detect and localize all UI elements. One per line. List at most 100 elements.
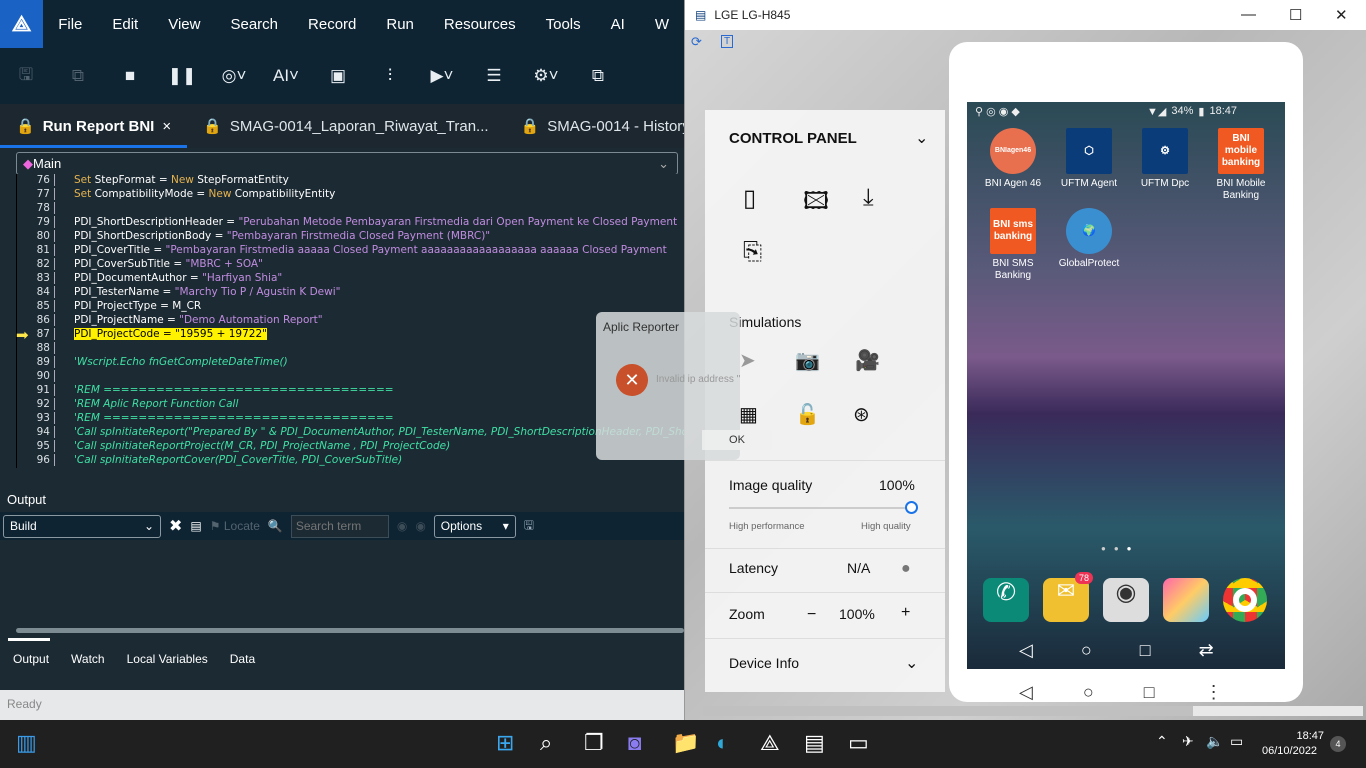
app-icon[interactable]: BNI sms banking BNI SMS Banking: [975, 208, 1051, 282]
camera-icon[interactable]: 📷: [795, 348, 820, 373]
run-icon[interactable]: ▶˅: [416, 66, 468, 86]
code-line[interactable]: 93 'REM =================================: [17, 412, 684, 426]
code-line[interactable]: 82 PDI_CoverSubTitle = "MBRC + SOA": [17, 258, 684, 272]
phone-screen[interactable]: ⚲ ◎ ◉ ◆ ▼◢ 34% ▮ 18:47 BNIagen46 BNI Agen 46…: [967, 102, 1285, 669]
horizontal-scrollbar[interactable]: [16, 628, 684, 633]
phone-app-icon[interactable]: ✆: [983, 578, 1029, 622]
tray-chevron-icon[interactable]: ⌃: [1156, 733, 1168, 750]
recents-icon[interactable]: □: [1140, 640, 1151, 661]
menu-record[interactable]: Record: [293, 16, 371, 33]
close-button[interactable]: ✕: [1335, 6, 1348, 24]
download-icon[interactable]: ⤓: [863, 184, 874, 212]
search-input[interactable]: [290, 514, 389, 538]
network-icon[interactable]: ⊛: [853, 402, 870, 427]
volume-icon[interactable]: 🔈: [1206, 733, 1223, 750]
next-result-icon[interactable]: ◉: [415, 519, 425, 533]
tab-smag-laporan[interactable]: 🔒 SMAG-0014_Laporan_Riwayat_Tran...: [187, 117, 504, 136]
ok-button[interactable]: OK: [702, 430, 772, 450]
app-logo[interactable]: ⟁: [0, 0, 44, 48]
wrap-icon[interactable]: ▤: [190, 519, 201, 533]
start-icon[interactable]: ⊞: [496, 730, 514, 756]
video-icon[interactable]: 🎥: [855, 348, 880, 373]
terminal-icon[interactable]: ▭: [848, 730, 869, 756]
locate-button[interactable]: ⚑ Locate: [210, 519, 260, 533]
code-line[interactable]: 79 PDI_ShortDescriptionHeader = "Perubaha…: [17, 216, 684, 230]
more-icon[interactable]: ⋮: [1205, 682, 1223, 703]
widgets-icon[interactable]: ▥: [16, 730, 37, 756]
teams-chat-icon[interactable]: ◙: [628, 730, 641, 756]
text-icon[interactable]: T: [721, 35, 734, 48]
code-line[interactable]: 89 'Wscript.Echo fnGetCompleteDateTime(): [17, 356, 684, 370]
close-icon[interactable]: ×: [162, 118, 171, 135]
code-line[interactable]: 87 PDI_ProjectCode = "19595 + 19722": [17, 328, 684, 342]
app-icon[interactable]: BNIagen46 BNI Agen 46: [975, 128, 1051, 190]
code-line[interactable]: 77 Set CompatibilityMode = New Compatibil…: [17, 188, 684, 202]
tab-watch[interactable]: Watch: [71, 652, 105, 666]
chrome-app-icon[interactable]: [1223, 578, 1267, 622]
code-line[interactable]: 88: [17, 342, 684, 356]
edge-icon[interactable]: ◐: [716, 730, 729, 756]
minimize-button[interactable]: —: [1241, 6, 1256, 23]
refresh-icon[interactable]: ⟳: [691, 34, 702, 50]
options-dropdown[interactable]: Options ▾: [433, 514, 516, 538]
menu-w[interactable]: W: [640, 16, 684, 33]
screen-switch-icon[interactable]: ⇄: [1199, 640, 1214, 661]
search-icon[interactable]: ⌕: [540, 730, 552, 756]
menu-edit[interactable]: Edit: [97, 16, 153, 33]
camera-app-icon[interactable]: ◉: [1103, 578, 1149, 622]
menu-tools[interactable]: Tools: [531, 16, 596, 33]
gear-icon[interactable]: ⚙˅: [520, 66, 572, 86]
device-app-icon[interactable]: ▤: [804, 730, 825, 756]
device-horizontal-scrollbar[interactable]: [703, 706, 1363, 716]
pause-icon[interactable]: ❚❚: [156, 66, 208, 86]
code-line[interactable]: 81 PDI_CoverTitle = "Pembayaran Firstmedi…: [17, 244, 684, 258]
menu-resources[interactable]: Resources: [429, 16, 531, 33]
tab-data[interactable]: Data: [230, 652, 255, 666]
menu-run[interactable]: Run: [371, 16, 429, 33]
zoom-in-button[interactable]: +: [901, 604, 910, 622]
home-icon[interactable]: ○: [1081, 640, 1092, 661]
code-line[interactable]: 95 'Call spInitiateReportProject(M_CR, PD…: [17, 440, 684, 454]
slider-handle[interactable]: [905, 501, 918, 514]
code-line[interactable]: 76 Set StepFormat = New StepFormatEntity: [17, 174, 684, 188]
tab-output[interactable]: Output: [13, 652, 49, 666]
home-icon[interactable]: ○: [1083, 682, 1094, 703]
menu-ai[interactable]: AI: [596, 16, 640, 33]
code-line[interactable]: 78: [17, 202, 684, 216]
code-line[interactable]: 86 PDI_ProjectName = "Demo Automation Rep…: [17, 314, 684, 328]
device-log-icon[interactable]: ⎘: [743, 238, 762, 266]
image-quality-slider[interactable]: [729, 507, 913, 509]
code-line[interactable]: 85 PDI_ProjectType = M_CR: [17, 300, 684, 314]
recents-icon[interactable]: □: [1144, 682, 1155, 703]
chevron-down-icon[interactable]: ⌄: [905, 653, 918, 673]
tab-local-variables[interactable]: Local Variables: [127, 652, 208, 666]
airplane-mode-icon[interactable]: ✈: [1182, 733, 1194, 750]
tab-run-report-bni[interactable]: 🔒 Run Report BNI ×: [0, 104, 188, 148]
save-all-icon[interactable]: ⧉: [52, 66, 104, 86]
unlock-icon[interactable]: 🔓: [795, 402, 820, 427]
qr-code-icon[interactable]: ▦: [739, 402, 758, 427]
menu-file[interactable]: File: [43, 16, 97, 33]
sync-icon[interactable]: ⫶: [364, 66, 416, 86]
battery-icon[interactable]: ▭: [1230, 733, 1243, 750]
archive-icon[interactable]: ▣: [312, 66, 364, 86]
uft-icon[interactable]: ⟁: [760, 730, 780, 756]
location-icon[interactable]: ➤: [739, 348, 756, 373]
prev-result-icon[interactable]: ◉: [397, 519, 407, 533]
rotate-device-icon[interactable]: ▯: [743, 184, 756, 213]
clock-date[interactable]: 06/10/2022: [1262, 745, 1317, 757]
zoom-out-button[interactable]: −: [807, 606, 816, 624]
code-line[interactable]: 80 PDI_ShortDescriptionBody = "Pembayaran…: [17, 230, 684, 244]
code-editor[interactable]: 76 Set StepFormat = New StepFormatEntity 7…: [16, 174, 684, 468]
window-icon[interactable]: ⧉: [572, 66, 624, 86]
notification-count[interactable]: 4: [1330, 736, 1346, 752]
app-icon[interactable]: 🌍 GlobalProtect: [1051, 208, 1127, 270]
code-line[interactable]: 84 PDI_TesterName = "Marchy Tio P / Agust…: [17, 286, 684, 300]
code-line[interactable]: 96 'Call spInitiateReportCover(PDI_CoverT…: [17, 454, 684, 468]
app-icon[interactable]: ⬡ UFTM Agent: [1051, 128, 1127, 190]
save-output-icon[interactable]: 🖫: [524, 516, 534, 537]
code-line[interactable]: 91 'REM =================================: [17, 384, 684, 398]
app-icon[interactable]: ⚙ UFTM Dpc: [1127, 128, 1203, 190]
procedure-dropdown[interactable]: ◆Main ⌄: [16, 152, 678, 175]
image-icon[interactable]: 🖾: [803, 184, 829, 225]
